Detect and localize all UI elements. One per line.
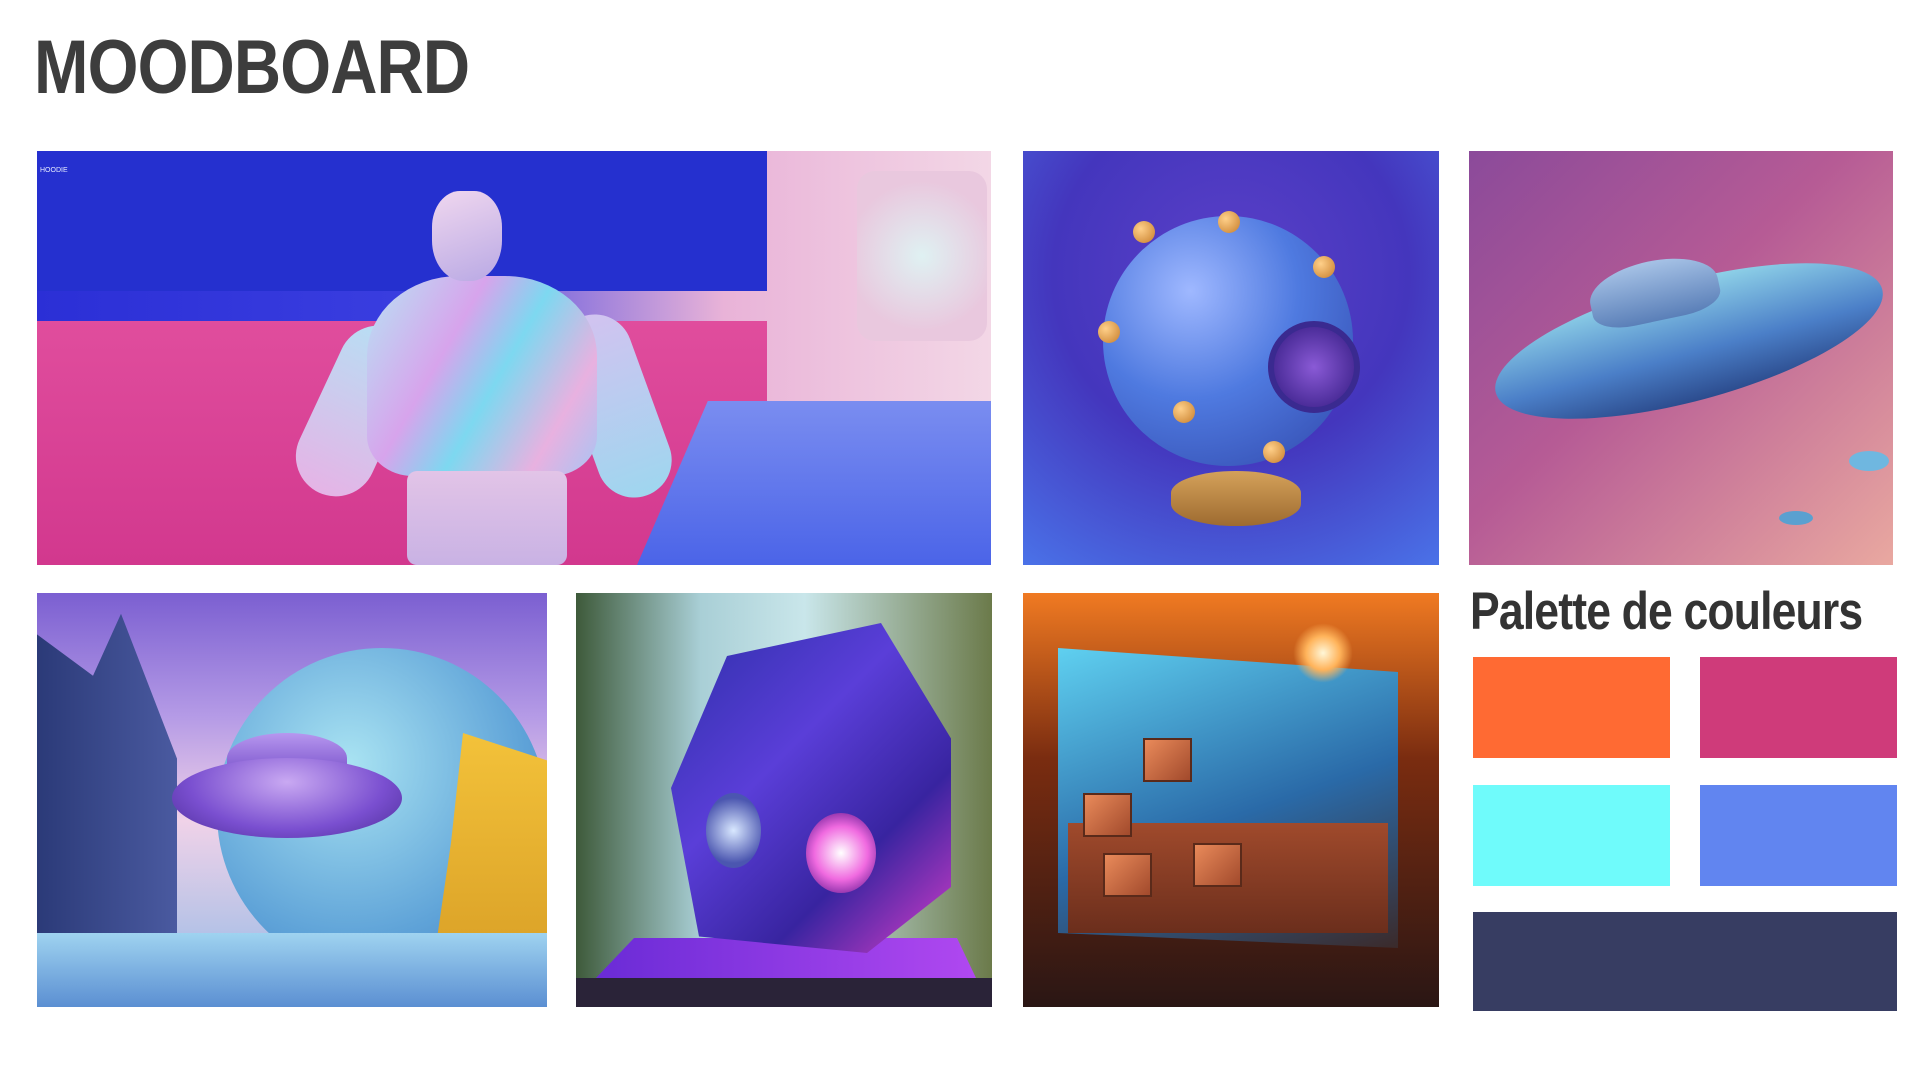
light-glow bbox=[857, 171, 987, 341]
moodboard-title: MOODBOARD bbox=[34, 25, 470, 110]
porthole-left bbox=[706, 793, 761, 868]
swatch-navy bbox=[1473, 912, 1897, 1011]
faceless-head bbox=[432, 191, 502, 281]
orb bbox=[1313, 256, 1335, 278]
small-ship bbox=[1779, 511, 1813, 525]
crate bbox=[1083, 793, 1132, 837]
porthole-right bbox=[806, 813, 876, 893]
image-tile-sphere bbox=[1023, 151, 1439, 565]
image-tile-container-room bbox=[1023, 593, 1439, 1007]
swatch-cyan bbox=[1473, 785, 1670, 886]
legs bbox=[407, 471, 567, 565]
hoodie-tag: HOODIE bbox=[40, 167, 68, 174]
swatch-magenta bbox=[1700, 657, 1897, 758]
image-tile-spaceship bbox=[1469, 151, 1893, 565]
lake bbox=[37, 933, 547, 1007]
ufo bbox=[172, 758, 402, 838]
sphere-porthole bbox=[1268, 321, 1360, 413]
orb bbox=[1173, 401, 1195, 423]
sphere-base bbox=[1171, 471, 1301, 526]
orb bbox=[1263, 441, 1285, 463]
image-tile-hoodie: HOODIE bbox=[37, 151, 991, 565]
image-tile-ufo-landscape bbox=[37, 593, 547, 1007]
crate bbox=[1143, 738, 1192, 782]
swatch-orange bbox=[1473, 657, 1670, 758]
image-tile-cube bbox=[576, 593, 992, 1007]
wall-top bbox=[37, 151, 767, 291]
ceiling-light bbox=[1293, 623, 1353, 683]
palette-title: Palette de couleurs bbox=[1470, 582, 1863, 641]
crate bbox=[1103, 853, 1152, 897]
orb bbox=[1218, 211, 1240, 233]
orb bbox=[1098, 321, 1120, 343]
swatch-blue bbox=[1700, 785, 1897, 886]
ground bbox=[576, 978, 992, 1007]
crate bbox=[1193, 843, 1242, 887]
geometric-cube bbox=[671, 623, 951, 953]
small-ship bbox=[1849, 451, 1889, 471]
orb bbox=[1133, 221, 1155, 243]
hoodie-torso bbox=[367, 276, 597, 476]
